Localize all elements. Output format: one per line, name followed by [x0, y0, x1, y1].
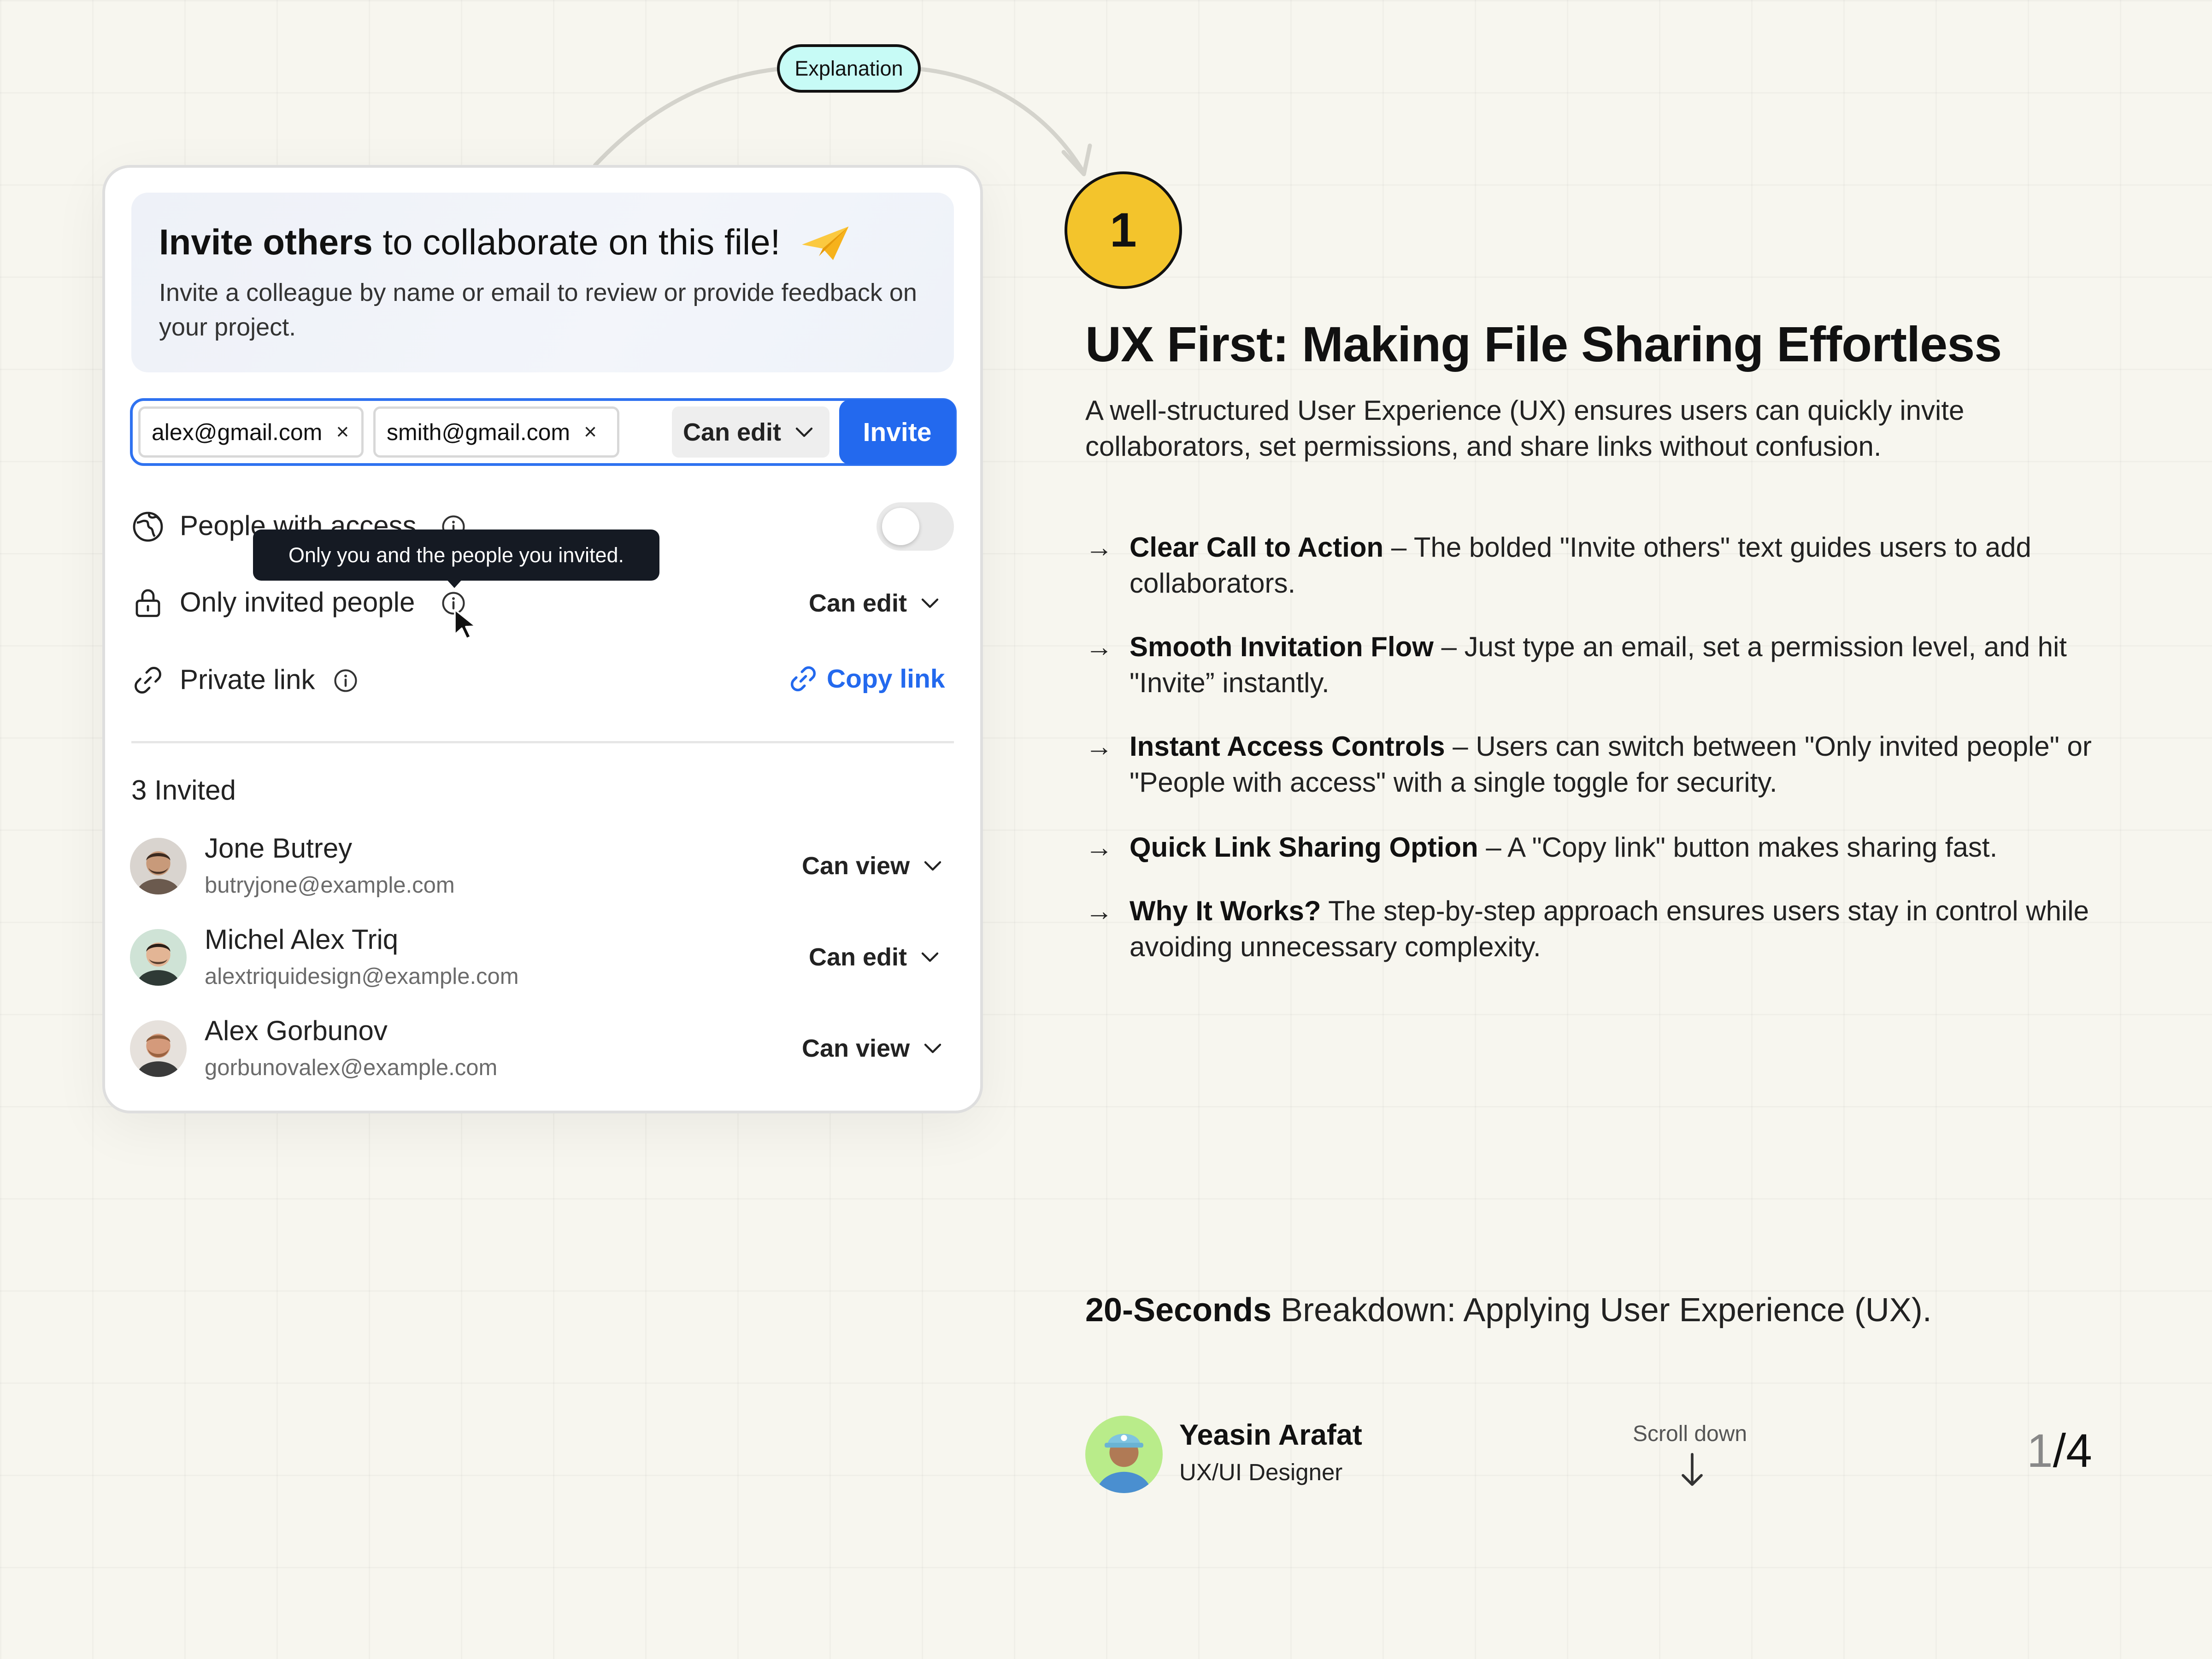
arrow-right-icon: → — [1085, 631, 1113, 662]
person-email: alextriquidesign@example.com — [205, 964, 519, 989]
page-indicator: 1/4 — [2027, 1424, 2092, 1477]
link-icon — [791, 666, 816, 691]
banner-description: Invite a colleague by name or email to r… — [159, 279, 917, 341]
arrow-down-icon[interactable] — [1678, 1452, 1706, 1488]
chip-email: smith@gmail.com — [387, 419, 571, 445]
person-permission-dropdown[interactable]: Can edit — [809, 943, 939, 971]
chevron-down-icon — [921, 598, 939, 608]
chevron-down-icon — [921, 952, 939, 962]
list-item: → Instant Access Controls – Users can sw… — [1085, 729, 2108, 800]
step-badge: 1 — [1065, 171, 1182, 289]
author-role: UX/UI Designer — [1179, 1459, 1343, 1485]
list-item: → Smooth Invitation Flow – Just type an … — [1085, 629, 2108, 701]
intro-text: A well-structured User Experience (UX) e… — [1085, 395, 1965, 462]
invited-count: 3 Invited — [131, 775, 236, 806]
copy-link-button[interactable]: Copy link — [788, 664, 945, 694]
toggle-knob — [882, 508, 919, 545]
arrow-right-icon: → — [1085, 832, 1113, 863]
author-name: Yeasin Arafat — [1179, 1419, 1362, 1451]
tooltip-pointer — [445, 578, 464, 588]
chevron-down-icon — [924, 1043, 941, 1053]
permission-value: Can edit — [809, 943, 907, 971]
avatar — [130, 929, 187, 986]
email-chip: alex@gmail.com × — [138, 406, 364, 458]
lock-icon — [135, 589, 160, 617]
chevron-down-icon — [795, 427, 813, 437]
list-item: → Why It Works? The step-by-step approac… — [1085, 893, 2108, 965]
paper-plane-icon — [802, 226, 849, 260]
avatar — [130, 838, 187, 894]
cursor-icon — [454, 609, 477, 640]
avatar — [130, 1020, 187, 1077]
arrow-right-icon: → — [1085, 532, 1113, 563]
close-icon[interactable]: × — [584, 419, 597, 445]
explanation-pill: Explanation — [777, 44, 921, 93]
email-chip: smith@gmail.com × — [373, 406, 619, 458]
info-icon[interactable] — [333, 668, 358, 693]
link-icon — [135, 667, 161, 694]
breakdown-caption: 20-Seconds Breakdown: Applying User Expe… — [1085, 1292, 1932, 1329]
person-permission-dropdown[interactable]: Can view — [802, 1034, 942, 1063]
chip-email: alex@gmail.com — [152, 419, 323, 445]
person-name: Jone Butrey — [205, 833, 353, 864]
list-item: → Clear Call to Action – The bolded "Inv… — [1085, 529, 2108, 601]
globe-icon — [133, 512, 163, 542]
chevron-down-icon — [924, 861, 941, 871]
arrow-right-icon: → — [1085, 895, 1113, 926]
avatar — [1085, 1416, 1163, 1493]
permission-dropdown[interactable]: Can edit — [672, 406, 830, 458]
divider — [131, 741, 954, 743]
person-email: butryjone@example.com — [205, 873, 455, 898]
arrow-right-icon: → — [1085, 731, 1113, 762]
page-title: UX First: Making File Sharing Effortless — [1085, 316, 2002, 372]
person-email: gorbunovalex@example.com — [205, 1055, 498, 1080]
permission-value: Can edit — [683, 418, 782, 446]
permission-value: Can edit — [809, 589, 907, 617]
person-permission-dropdown[interactable]: Can view — [802, 852, 942, 880]
person-name: Michel Alex Triq — [205, 924, 399, 955]
close-icon[interactable]: × — [336, 419, 349, 445]
only-invited-label: Only invited people — [180, 587, 415, 618]
access-toggle[interactable] — [877, 502, 954, 551]
banner-title: Invite others to collaborate on this fil… — [159, 222, 781, 262]
scroll-down-label: Scroll down — [1633, 1422, 1747, 1446]
permission-value: Can view — [802, 852, 910, 880]
list-item: → Quick Link Sharing Option – A "Copy li… — [1085, 830, 2108, 865]
tooltip: Only you and the people you invited. — [253, 529, 659, 581]
copy-link-label: Copy link — [827, 664, 945, 694]
private-link-label: Private link — [180, 664, 315, 695]
person-name: Alex Gorbunov — [205, 1015, 388, 1046]
permission-value: Can view — [802, 1035, 910, 1062]
invite-button[interactable]: Invite — [839, 400, 955, 465]
only-invited-permission-dropdown[interactable]: Can edit — [809, 589, 939, 618]
